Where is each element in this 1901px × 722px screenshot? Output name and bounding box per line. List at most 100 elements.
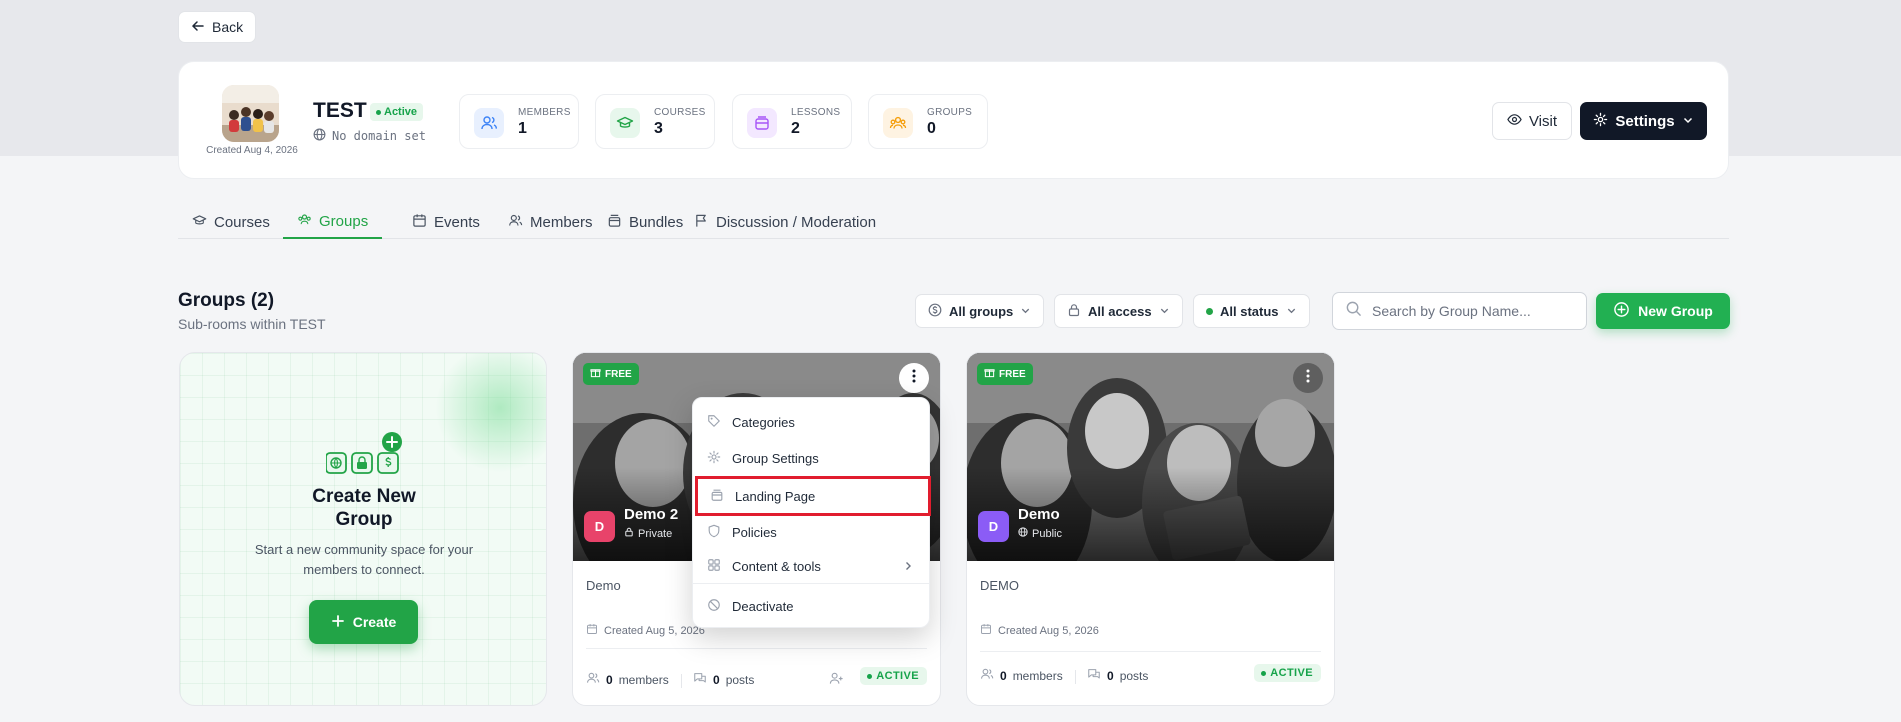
- users-icon: [980, 667, 994, 684]
- tab-label: Groups: [319, 212, 369, 230]
- tab-courses[interactable]: Courses: [178, 205, 284, 239]
- community-title: TEST: [313, 99, 367, 122]
- menu-item-landing-page[interactable]: Landing Page: [695, 476, 931, 516]
- filter-all-status[interactable]: All status: [1193, 294, 1310, 328]
- section-tabs: Courses Groups Events Members Bundles Di…: [178, 205, 1729, 239]
- graduation-cap-icon: [192, 213, 207, 232]
- visibility-label: Public: [1032, 527, 1062, 540]
- tab-label: Discussion / Moderation: [716, 213, 877, 231]
- calendar-icon: [980, 623, 992, 638]
- menu-item-group-settings[interactable]: Group Settings: [693, 441, 931, 475]
- community-avatar[interactable]: [222, 85, 279, 142]
- filter-all-groups[interactable]: All groups: [915, 294, 1045, 328]
- stat-value: 0: [927, 120, 936, 137]
- lessons-icon: [747, 108, 777, 138]
- search-input[interactable]: [1372, 303, 1572, 319]
- group-members-count: 0 members: [980, 667, 1063, 684]
- filter-all-access[interactable]: All access: [1054, 294, 1183, 328]
- group-card-demo[interactable]: FREE D Demo Public DEMO Created Aug 5, 2…: [966, 352, 1335, 706]
- flag-icon: [694, 213, 709, 232]
- card-divider: [586, 648, 927, 649]
- create-illustration-icon: [325, 405, 406, 490]
- members-icon: [474, 108, 504, 138]
- posts-value: 0: [713, 672, 720, 687]
- tab-discussion[interactable]: Discussion / Moderation: [680, 205, 890, 239]
- menu-item-content-tools[interactable]: Content & tools: [693, 549, 931, 583]
- created-label: Created Aug 5, 2026: [604, 624, 705, 637]
- more-options-button[interactable]: [1293, 363, 1323, 393]
- visibility-label: Private: [638, 527, 673, 540]
- new-group-button[interactable]: New Group: [1596, 293, 1730, 329]
- posts-value: 0: [1107, 668, 1114, 683]
- card-glow: [435, 353, 546, 473]
- groups-heading: Groups (2): [178, 290, 275, 311]
- gear-icon: [707, 450, 721, 467]
- group-initial-avatar: D: [584, 511, 615, 542]
- domain-info: No domain set: [313, 128, 426, 144]
- group-created: Created Aug 5, 2026: [980, 623, 1099, 638]
- menu-item-label: Landing Page: [735, 488, 816, 504]
- stat-value: 3: [654, 120, 663, 137]
- menu-item-deactivate[interactable]: Deactivate: [693, 589, 931, 623]
- tab-label: Courses: [214, 213, 270, 231]
- group-status-badge: ACTIVE: [1254, 664, 1321, 682]
- filter-label: All access: [1088, 303, 1152, 319]
- members-value: 0: [1000, 668, 1007, 683]
- posts-label: posts: [725, 672, 755, 687]
- group-description: Demo: [586, 578, 621, 593]
- shield-icon: [707, 524, 721, 541]
- create-group-button[interactable]: Create: [309, 600, 418, 644]
- gift-icon: [590, 367, 601, 381]
- add-member-icon[interactable]: [829, 671, 844, 691]
- group-posts-count: 0 posts: [1087, 667, 1148, 684]
- tab-groups[interactable]: Groups: [283, 205, 383, 239]
- back-label: Back: [212, 19, 244, 35]
- new-group-label: New Group: [1638, 303, 1713, 319]
- menu-item-label: Deactivate: [732, 598, 794, 614]
- more-options-button[interactable]: [899, 363, 929, 393]
- free-badge: FREE: [583, 363, 639, 385]
- globe-icon: [313, 128, 326, 144]
- plus-icon: [331, 614, 345, 631]
- menu-divider: [693, 583, 929, 584]
- tab-label: Events: [434, 213, 480, 231]
- tag-icon: [707, 414, 721, 431]
- chat-icon: [693, 671, 707, 688]
- status-dot-icon: [1206, 307, 1213, 315]
- stat-groups: GROUPS 0: [868, 94, 988, 149]
- plus-circle-icon: [1613, 301, 1630, 321]
- tab-members[interactable]: Members: [494, 205, 607, 239]
- community-header: Created Aug 4, 2026 TEST Active No domai…: [178, 61, 1729, 179]
- stat-lessons: LESSONS 2: [732, 94, 852, 149]
- visit-button[interactable]: Visit: [1492, 102, 1572, 140]
- chevron-down-icon: [1682, 113, 1694, 130]
- group-name: Demo 2: [624, 506, 679, 523]
- create-group-card: Create New Group Start a new community s…: [179, 352, 547, 706]
- landing-page-icon: [710, 488, 724, 505]
- free-label: FREE: [605, 368, 632, 380]
- groups-icon: [883, 108, 913, 138]
- posts-label: posts: [1119, 668, 1149, 683]
- tab-events[interactable]: Events: [398, 205, 494, 239]
- settings-button[interactable]: Settings: [1580, 102, 1707, 140]
- group-created: Created Aug 5, 2026: [586, 623, 705, 638]
- group-initial-avatar: D: [978, 511, 1009, 542]
- group-name: Demo: [1018, 506, 1060, 523]
- back-button[interactable]: Back: [178, 11, 256, 43]
- menu-item-label: Content & tools: [732, 558, 821, 574]
- calendar-icon: [412, 213, 427, 232]
- globe-icon: [1018, 527, 1028, 540]
- users-icon: [586, 671, 600, 688]
- menu-item-categories[interactable]: Categories: [693, 405, 931, 439]
- group-status-badge: ACTIVE: [860, 667, 927, 685]
- settings-label: Settings: [1615, 112, 1675, 130]
- tab-label: Bundles: [629, 213, 684, 231]
- card-divider: [980, 651, 1321, 652]
- stat-separator: [1075, 670, 1076, 684]
- arrow-left-icon: [191, 19, 205, 36]
- ban-icon: [707, 598, 721, 615]
- menu-item-policies[interactable]: Policies: [693, 515, 931, 549]
- stat-value: 2: [791, 120, 800, 137]
- group-search[interactable]: [1332, 292, 1587, 330]
- create-label: Create: [352, 614, 397, 630]
